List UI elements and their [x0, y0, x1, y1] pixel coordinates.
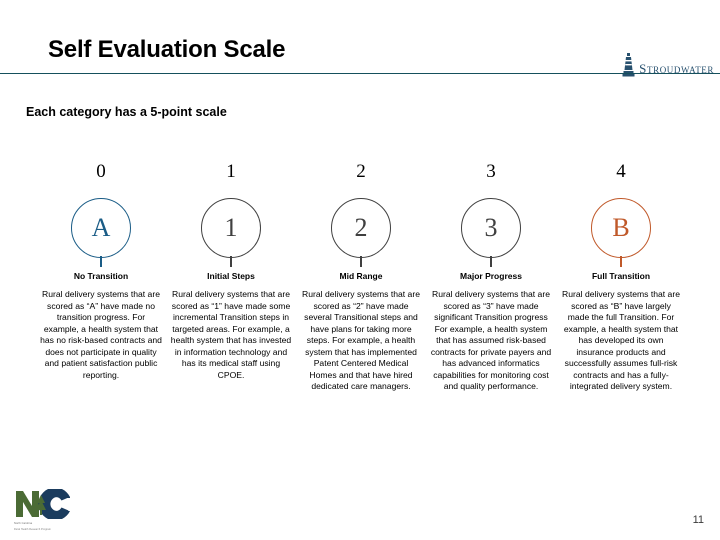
- brand-name: Stroudwater: [639, 61, 714, 76]
- scale-label: Full Transition: [591, 271, 651, 281]
- scale-tick: [620, 256, 622, 267]
- scale-label: Mid Range: [339, 271, 383, 281]
- scale-tick: [100, 256, 102, 267]
- lighthouse-icon: [622, 53, 635, 77]
- scale-label: Initial Steps: [207, 271, 255, 281]
- scale-number: 0: [96, 161, 106, 182]
- scale-description: Rural delivery systems that are scored a…: [430, 289, 552, 392]
- scale-badge: A: [71, 198, 131, 258]
- scale-label: Major Progress: [460, 271, 522, 281]
- scale-description: Rural delivery systems that are scored a…: [170, 289, 292, 380]
- scale-badge: B: [591, 198, 651, 258]
- stroudwater-logo: Stroudwater: [622, 52, 714, 78]
- nc-logo-caption-1: North Carolina: [14, 521, 33, 525]
- scale-number: 1: [226, 161, 236, 182]
- scale-description: Rural delivery systems that are scored a…: [562, 289, 680, 392]
- scale-badge: 2: [331, 198, 391, 258]
- scale-column-3: 3 3 Major Progress Rural delivery system…: [426, 162, 556, 393]
- nc-rural-health-logo: North Carolina Rural Health Research Pro…: [14, 488, 90, 533]
- scale-column-4: 4 B Full Transition Rural delivery syste…: [556, 162, 686, 393]
- scale-grid: 0 A No Transition Rural delivery systems…: [36, 162, 686, 393]
- page-title: Self Evaluation Scale: [48, 36, 286, 63]
- scale-badge: 3: [461, 198, 521, 258]
- scale-tick: [360, 256, 362, 267]
- scale-number: 4: [616, 161, 626, 182]
- scale-column-2: 2 2 Mid Range Rural delivery systems tha…: [296, 162, 426, 393]
- scale-number: 3: [486, 161, 496, 182]
- scale-label: No Transition: [73, 271, 129, 281]
- nc-logo-icon: [16, 488, 70, 519]
- scale-badge-wrap: 3: [461, 198, 521, 267]
- scale-tick: [490, 256, 492, 267]
- scale-column-1: 1 1 Initial Steps Rural delivery systems…: [166, 162, 296, 393]
- scale-description: Rural delivery systems that are scored a…: [302, 289, 420, 392]
- nc-logo-caption-2: Rural Health Research Program: [14, 528, 51, 532]
- scale-badge-wrap: B: [591, 198, 651, 267]
- header-divider: [0, 73, 720, 74]
- scale-badge-wrap: 2: [331, 198, 391, 267]
- subtitle: Each category has a 5-point scale: [26, 105, 227, 119]
- scale-badge-wrap: 1: [201, 198, 261, 267]
- scale-number: 2: [356, 161, 366, 182]
- scale-badge: 1: [201, 198, 261, 258]
- page-number: 11: [692, 514, 704, 526]
- scale-description: Rural delivery systems that are scored a…: [40, 289, 162, 380]
- scale-badge-wrap: A: [71, 198, 131, 267]
- scale-tick: [230, 256, 232, 267]
- slide-header: Self Evaluation Scale Stroudwater: [0, 0, 720, 78]
- scale-column-0: 0 A No Transition Rural delivery systems…: [36, 162, 166, 393]
